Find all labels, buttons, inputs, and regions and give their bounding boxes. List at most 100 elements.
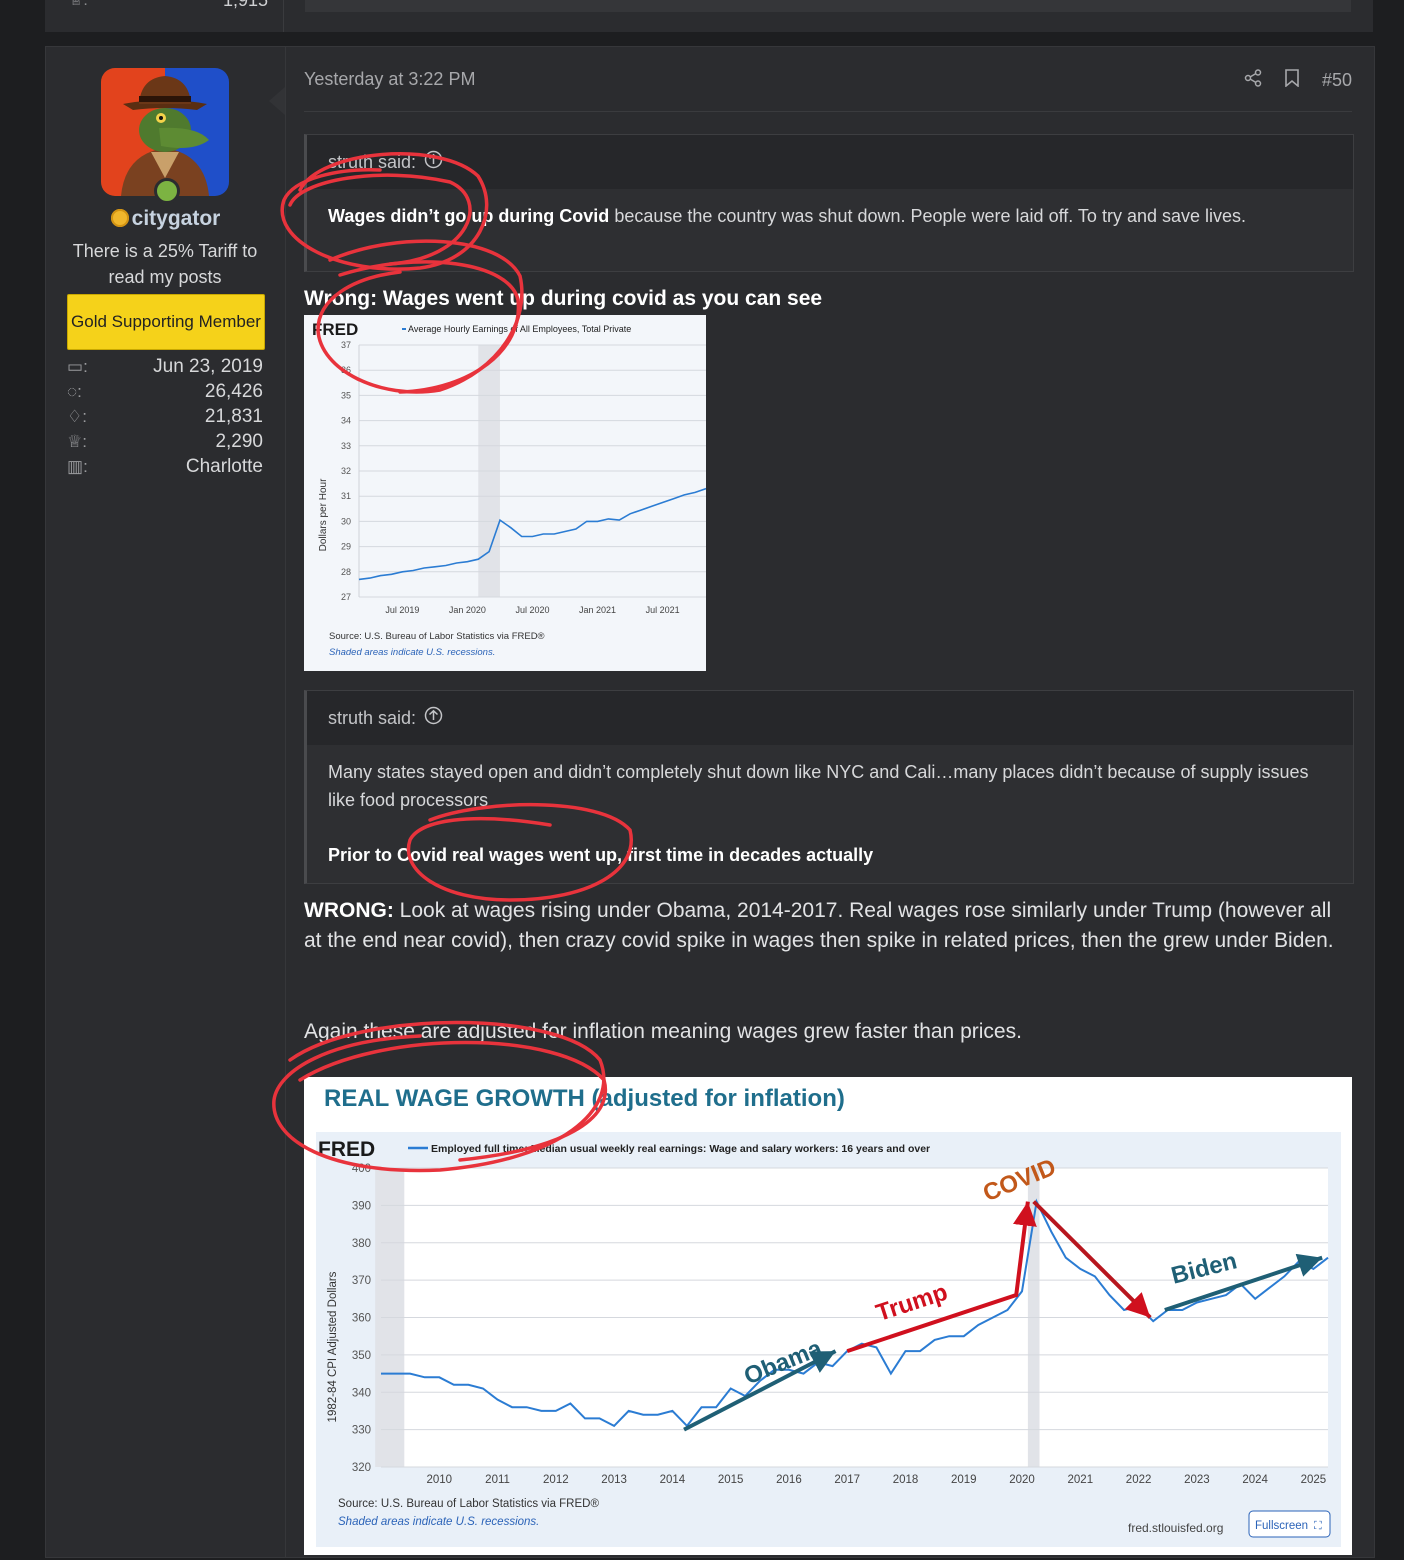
quote-block: struth said: Many states stayed open and… — [304, 690, 1354, 884]
x-tick-label: 2023 — [1184, 1474, 1210, 1486]
y-tick-label: 390 — [352, 1200, 371, 1212]
x-tick-label: 2013 — [601, 1474, 627, 1486]
stat-value: Jun 23, 2019 — [153, 356, 263, 378]
y-tick-label: 34 — [341, 416, 351, 426]
share-icon[interactable] — [1244, 69, 1262, 92]
user-column: citygator There is a 25% Tariff to read … — [46, 47, 286, 1557]
reply-text: Wrong: Wages went up during covid as you… — [304, 284, 1352, 314]
y-tick-label: 27 — [341, 592, 351, 602]
quote-content: Wages didn’t go up during Covid because … — [307, 189, 1353, 243]
fred-logo: FRED — [318, 1138, 375, 1161]
user-stats: ▭: Jun 23, 2019 ◌: 26,426 ♢: 21,831 ♕: 2… — [67, 354, 263, 479]
x-tick-label: Jul 2021 — [646, 605, 680, 615]
user-banner: Gold Supporting Member — [67, 294, 265, 350]
fullscreen-icon: ⛶ — [1314, 1519, 1322, 1532]
x-tick-label: 2025 — [1301, 1474, 1327, 1486]
chart-source: Source: U.S. Bureau of Labor Statistics … — [338, 1498, 599, 1510]
y-axis-label: Dollars per Hour — [318, 478, 329, 551]
series-line — [359, 489, 706, 580]
chart-note[interactable]: Shaded areas indicate U.S. recessions. — [338, 1516, 539, 1528]
stat-messages: ◌: 26,426 — [67, 379, 263, 404]
y-tick-label: 31 — [341, 491, 351, 501]
x-tick-label: 2014 — [660, 1474, 686, 1486]
x-tick-label: 2015 — [718, 1474, 744, 1486]
previous-post-body — [305, 0, 1351, 12]
stat-reactions: ♢: 21,831 — [67, 404, 263, 429]
chart-legend: Average Hourly Earnings of All Employees… — [408, 324, 631, 334]
y-axis-label: 1982-84 CPI Adjusted Dollars — [327, 1271, 339, 1422]
y-tick-label: 320 — [352, 1462, 371, 1474]
stat-points: ♕: 2,290 — [67, 429, 263, 454]
stat-joined: ▭: Jun 23, 2019 — [67, 354, 263, 379]
divider — [283, 0, 284, 32]
post: citygator There is a 25% Tariff to read … — [45, 46, 1375, 1558]
quote-header[interactable]: struth said: — [307, 691, 1353, 745]
chart-note[interactable]: Shaded areas indicate U.S. recessions. — [329, 647, 495, 658]
x-tick-label: 2021 — [1068, 1474, 1094, 1486]
fred-chart-hourly-earnings: FRED Average Hourly Earnings of All Empl… — [304, 315, 706, 671]
y-tick-label: 28 — [341, 567, 351, 577]
y-tick-label: 340 — [352, 1387, 371, 1399]
chart-legend: Employed full time: Median usual weekly … — [431, 1143, 930, 1155]
x-tick-label: Jan 2021 — [579, 605, 616, 615]
username-text: citygator — [132, 207, 221, 230]
chart-1-svg: FRED Average Hourly Earnings of All Empl… — [304, 315, 706, 671]
y-tick-label: 380 — [352, 1238, 371, 1250]
reply-text: Again these are adjusted for inflation m… — [304, 1017, 1352, 1047]
reply-text: WRONG: Look at wages rising under Obama,… — [304, 896, 1352, 956]
user-arrow — [269, 87, 285, 115]
stat-value: 2,290 — [215, 431, 263, 453]
stat-location: ▥: Charlotte — [67, 454, 263, 479]
fred-logo: FRED — [312, 320, 358, 339]
x-tick-label: 2019 — [951, 1474, 977, 1486]
username[interactable]: citygator — [46, 207, 285, 231]
stat-value: 26,426 — [205, 381, 263, 403]
y-tick-label: 330 — [352, 1425, 371, 1437]
y-tick-label: 36 — [341, 365, 351, 375]
post-number[interactable]: #50 — [1322, 70, 1352, 91]
award-icon — [111, 209, 129, 227]
thumbs-up-icon: ♢ — [67, 407, 82, 426]
post-timestamp[interactable]: Yesterday at 3:22 PM — [304, 69, 475, 90]
previous-post-strip: ♕: 1,915 — [45, 0, 1373, 32]
y-tick-label: 35 — [341, 390, 351, 400]
avatar[interactable] — [101, 68, 229, 196]
y-tick-label: 32 — [341, 466, 351, 476]
quote-author: struth said: — [328, 708, 416, 729]
stat-value: 21,831 — [205, 406, 263, 428]
y-tick-label: 350 — [352, 1350, 371, 1362]
y-tick-label: 360 — [352, 1313, 371, 1325]
y-tick-label: 400 — [352, 1163, 371, 1175]
y-tick-label: 29 — [341, 542, 351, 552]
x-tick-label: Jul 2020 — [515, 605, 549, 615]
quote-author: struth said: — [328, 152, 416, 173]
y-tick-label: 370 — [352, 1275, 371, 1287]
x-tick-label: Jan 2020 — [449, 605, 486, 615]
user-title: There is a 25% Tariff to read my posts — [64, 238, 266, 290]
quote-header[interactable]: struth said: — [307, 135, 1353, 189]
chart-source: Source: U.S. Bureau of Labor Statistics … — [329, 631, 545, 642]
fullscreen-label[interactable]: Fullscreen — [1255, 1520, 1308, 1532]
online-indicator-icon — [154, 178, 180, 204]
quote-content: Many states stayed open and didn’t compl… — [307, 745, 1353, 882]
arrow-up-circle-icon[interactable] — [424, 150, 443, 174]
site-link[interactable]: fred.stlouisfed.org — [1128, 1521, 1223, 1535]
x-tick-label: 2020 — [1009, 1474, 1035, 1486]
arrow-up-circle-icon[interactable] — [424, 706, 443, 730]
trophy-count: 1,915 — [223, 0, 268, 11]
x-tick-label: 2024 — [1242, 1474, 1268, 1486]
x-tick-label: 2010 — [426, 1474, 452, 1486]
chart-2-svg: REAL WAGE GROWTH (adjusted for inflation… — [304, 1077, 1352, 1555]
y-tick-label: 37 — [341, 340, 351, 350]
x-tick-label: 2012 — [543, 1474, 569, 1486]
chart-heading: REAL WAGE GROWTH (adjusted for inflation… — [324, 1085, 845, 1112]
divider — [304, 111, 1352, 112]
y-tick-label: 30 — [341, 516, 351, 526]
trophy-icon: ♕: — [69, 0, 88, 10]
x-tick-label: 2016 — [776, 1474, 802, 1486]
bookmark-icon[interactable] — [1284, 69, 1300, 92]
x-tick-label: Jul 2019 — [385, 605, 419, 615]
x-tick-label: 2017 — [834, 1474, 860, 1486]
calendar-icon: ▭ — [67, 357, 83, 376]
stat-value[interactable]: Charlotte — [186, 456, 263, 478]
